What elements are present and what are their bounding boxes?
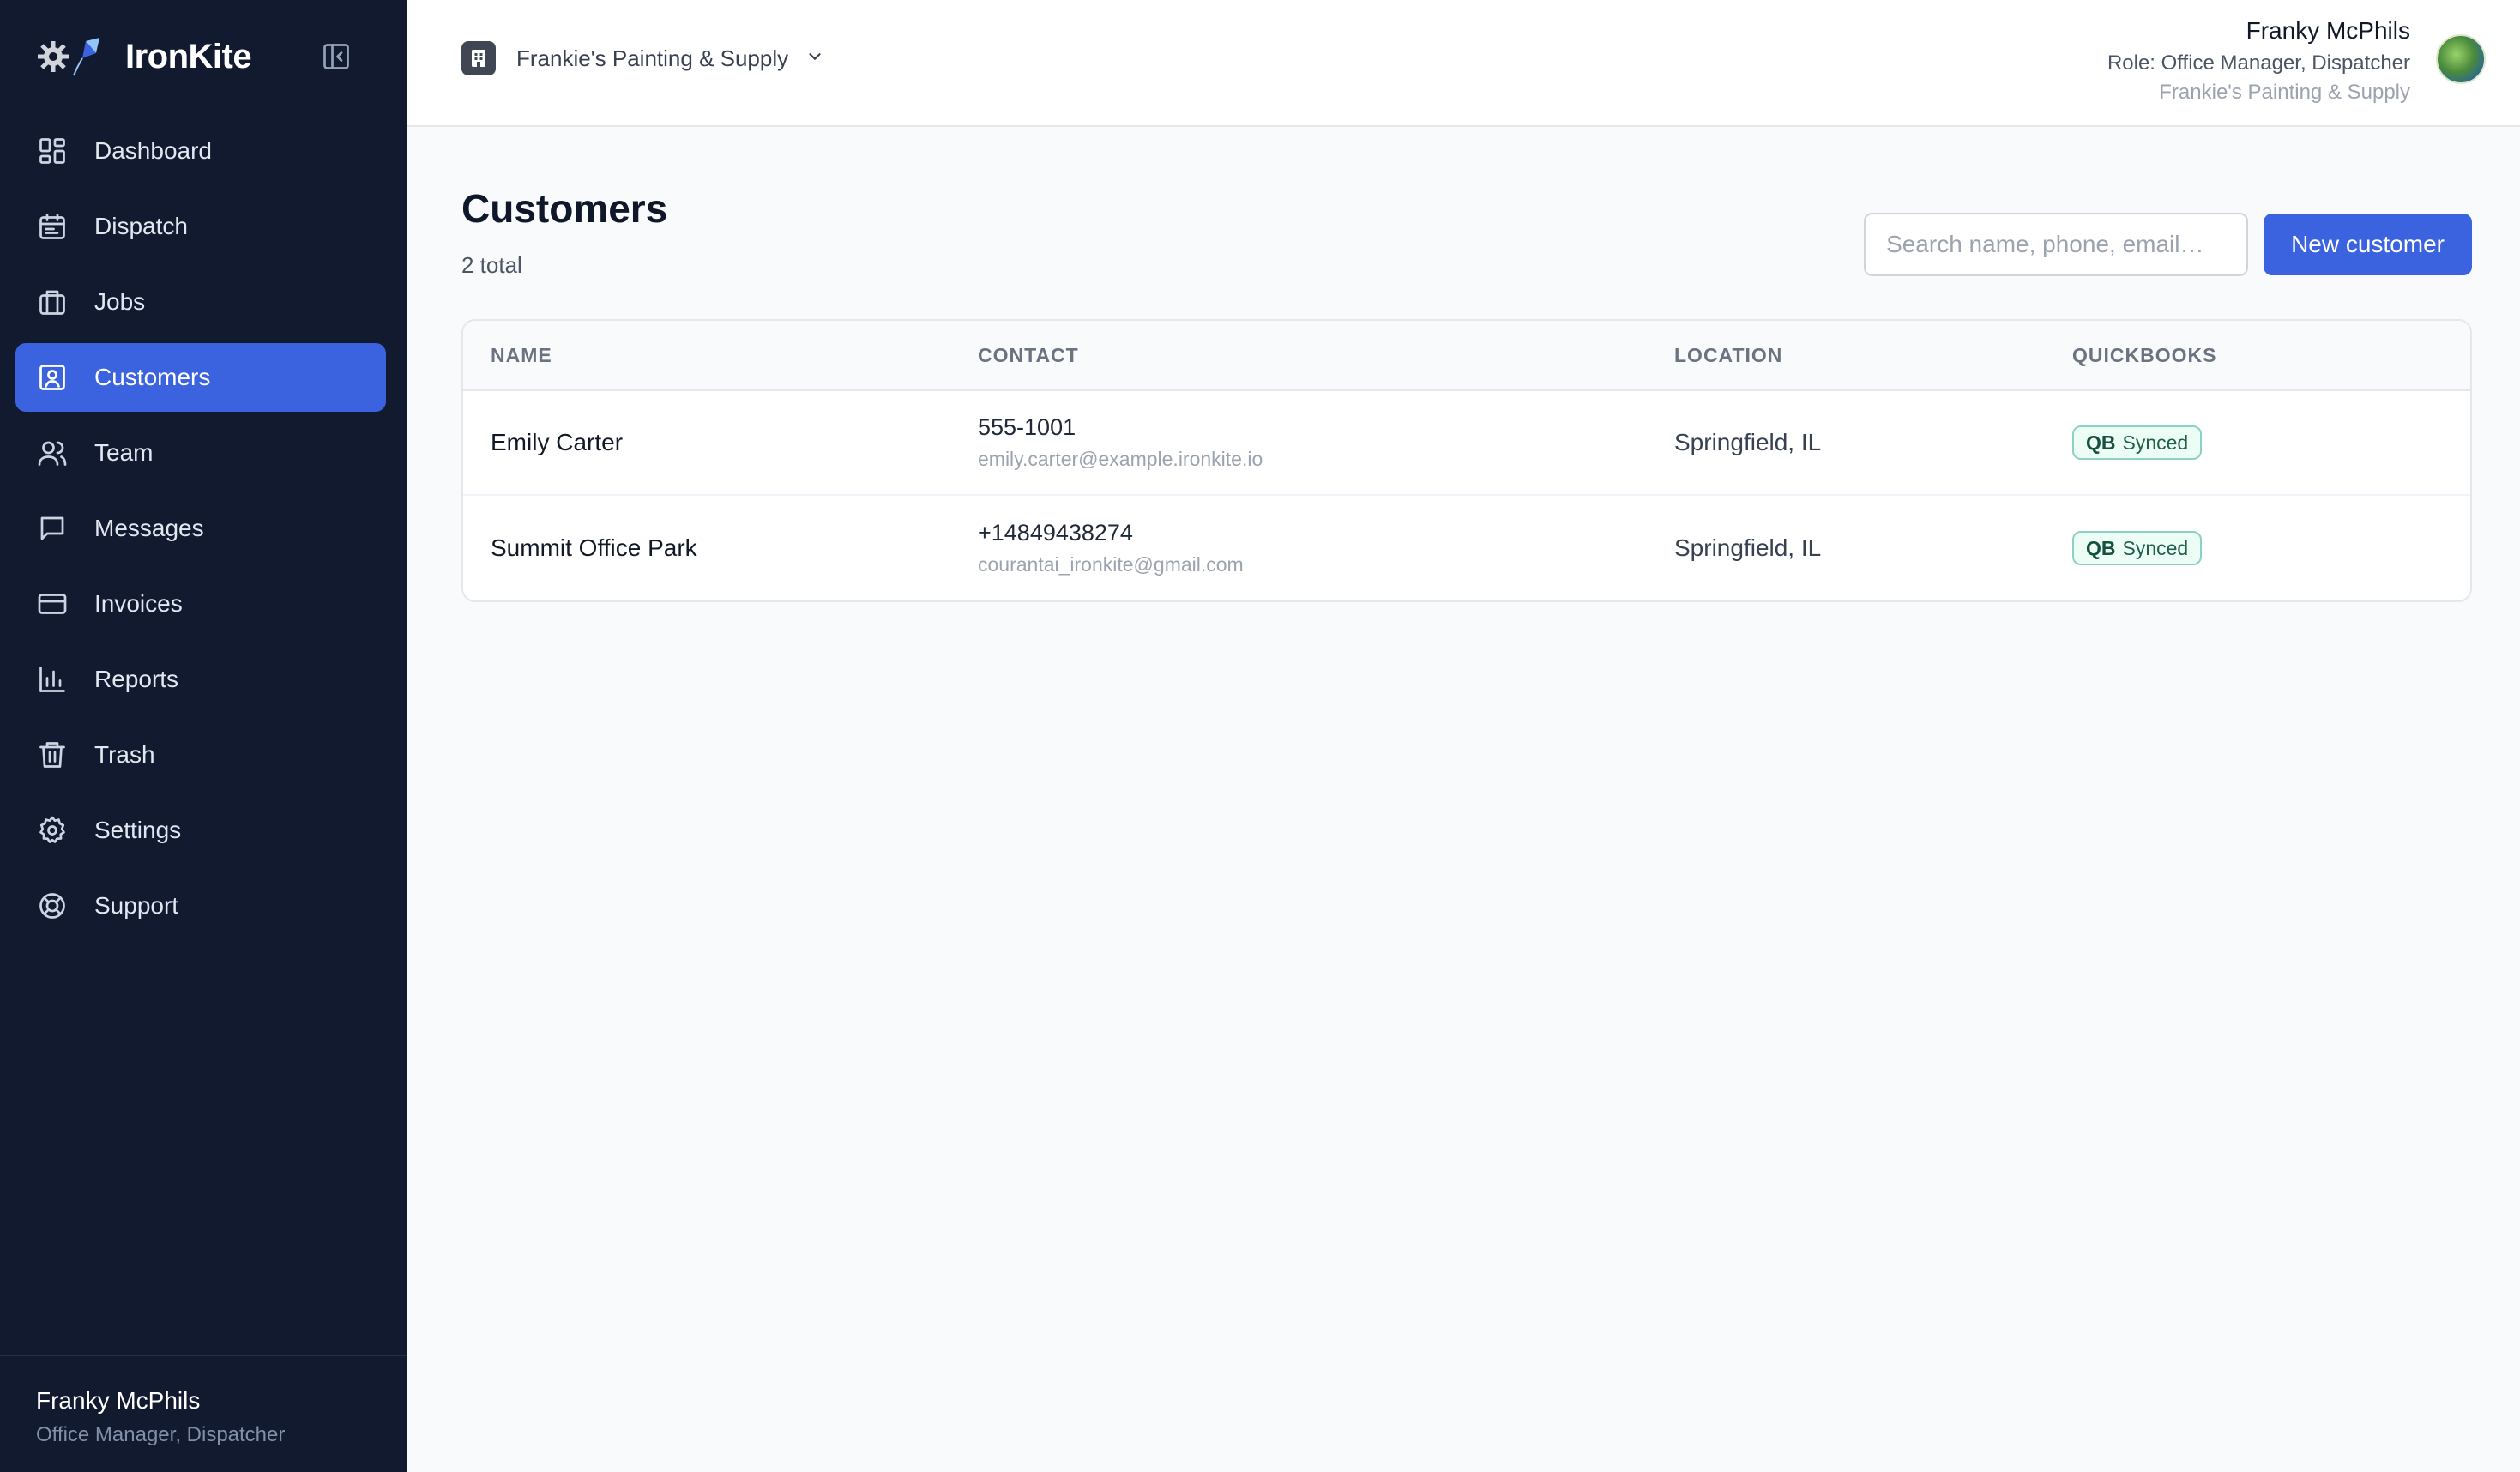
sidebar-item-label: Settings bbox=[94, 817, 182, 843]
brand[interactable]: IronKite bbox=[34, 33, 252, 81]
sidebar-item-jobs[interactable]: Jobs bbox=[15, 268, 386, 336]
sidebar-item-label: Reports bbox=[94, 666, 179, 692]
sidebar-item-support[interactable]: Support bbox=[15, 872, 386, 940]
customer-phone: 555-1001 bbox=[978, 414, 1076, 440]
gear-icon bbox=[36, 814, 69, 847]
page-header: Customers 2 total bbox=[461, 185, 667, 279]
org-name: Frankie's Painting & Supply bbox=[516, 45, 789, 71]
user-role: Role: Office Manager, Dispatcher bbox=[2107, 51, 2410, 75]
sidebar-user-footer[interactable]: Franky McPhils Office Manager, Dispatche… bbox=[0, 1355, 407, 1472]
dashboard-icon bbox=[36, 135, 69, 167]
qb-mark: QB bbox=[2086, 536, 2116, 559]
bar-chart-icon bbox=[36, 663, 69, 696]
brand-name: IronKite bbox=[125, 37, 252, 75]
sidebar-item-dashboard[interactable]: Dashboard bbox=[15, 117, 386, 185]
sidebar-item-label: Dashboard bbox=[94, 137, 212, 164]
trash-icon bbox=[36, 739, 69, 771]
user-name: Franky McPhils bbox=[2246, 17, 2410, 44]
table-header: NAME CONTACT LOCATION QUICKBOOKS bbox=[463, 321, 2470, 391]
customer-name[interactable]: Summit Office Park bbox=[491, 534, 697, 561]
qb-status: Synced bbox=[2122, 431, 2189, 454]
sidebar-item-label: Trash bbox=[94, 741, 155, 768]
topbar: Frankie's Painting & Supply Franky McPhi… bbox=[407, 0, 2520, 127]
sidebar-item-dispatch[interactable]: Dispatch bbox=[15, 192, 386, 261]
sidebar-item-invoices[interactable]: Invoices bbox=[15, 570, 386, 638]
sidebar: IronKite Dashboard Dispatch Jobs Custome… bbox=[0, 0, 407, 1472]
user-org: Frankie's Painting & Supply bbox=[2159, 81, 2410, 104]
sidebar-nav: Dashboard Dispatch Jobs Customers Team M… bbox=[15, 117, 386, 947]
column-header-name[interactable]: NAME bbox=[463, 344, 978, 367]
customer-name[interactable]: Emily Carter bbox=[491, 429, 623, 455]
sidebar-item-reports[interactable]: Reports bbox=[15, 645, 386, 714]
table-row[interactable]: Summit Office Park +14849438274 couranta… bbox=[463, 496, 2470, 600]
main-content: Frankie's Painting & Supply Franky McPhi… bbox=[407, 0, 2520, 1472]
customer-location: Springfield, IL bbox=[1674, 429, 1822, 455]
footer-user-role: Office Manager, Dispatcher bbox=[36, 1423, 286, 1446]
sidebar-item-label: Team bbox=[94, 439, 154, 466]
qb-mark: QB bbox=[2086, 431, 2116, 454]
sidebar-collapse-icon bbox=[323, 44, 349, 69]
search-input[interactable] bbox=[1864, 213, 2249, 276]
sidebar-item-settings[interactable]: Settings bbox=[15, 796, 386, 865]
contact-icon bbox=[36, 361, 69, 394]
quickbooks-status-badge: QB Synced bbox=[2072, 531, 2203, 565]
column-header-quickbooks[interactable]: QUICKBOOKS bbox=[2072, 344, 2470, 367]
quickbooks-status-badge: QB Synced bbox=[2072, 425, 2203, 460]
sidebar-item-messages[interactable]: Messages bbox=[15, 494, 386, 563]
ironkite-logo-icon bbox=[34, 33, 113, 81]
customer-email: courantai_ironkite@gmail.com bbox=[978, 553, 1244, 576]
customer-count: 2 total bbox=[461, 252, 522, 278]
customer-email: emily.carter@example.ironkite.io bbox=[978, 448, 1263, 470]
customer-location: Springfield, IL bbox=[1674, 534, 1822, 561]
sidebar-item-label: Dispatch bbox=[94, 213, 188, 239]
column-header-location[interactable]: LOCATION bbox=[1674, 344, 2072, 367]
footer-user-name: Franky McPhils bbox=[36, 1387, 201, 1414]
briefcase-icon bbox=[36, 286, 69, 318]
sidebar-item-label: Messages bbox=[94, 515, 204, 541]
sidebar-item-customers[interactable]: Customers bbox=[15, 343, 386, 412]
column-header-contact[interactable]: CONTACT bbox=[978, 344, 1674, 367]
page-actions: New customer bbox=[1864, 213, 2472, 276]
new-customer-button[interactable]: New customer bbox=[2264, 214, 2472, 275]
sidebar-item-label: Jobs bbox=[94, 288, 146, 315]
sidebar-item-label: Customers bbox=[94, 364, 211, 390]
org-switcher[interactable]: Frankie's Painting & Supply bbox=[461, 41, 824, 75]
app-root: IronKite Dashboard Dispatch Jobs Custome… bbox=[0, 0, 2520, 1472]
qb-status: Synced bbox=[2122, 536, 2189, 559]
sidebar-item-label: Invoices bbox=[94, 590, 183, 617]
calendar-icon bbox=[36, 210, 69, 243]
collapse-sidebar-button[interactable] bbox=[319, 39, 353, 74]
sidebar-item-label: Support bbox=[94, 892, 179, 919]
credit-card-icon bbox=[36, 588, 69, 620]
message-icon bbox=[36, 512, 69, 545]
sidebar-item-team[interactable]: Team bbox=[15, 419, 386, 487]
customer-phone: +14849438274 bbox=[978, 520, 1133, 546]
table-row[interactable]: Emily Carter 555-1001 emily.carter@examp… bbox=[463, 391, 2470, 496]
customers-table: NAME CONTACT LOCATION QUICKBOOKS Emily C… bbox=[461, 319, 2472, 602]
page-title: Customers bbox=[461, 186, 668, 231]
sidebar-item-trash[interactable]: Trash bbox=[15, 721, 386, 789]
avatar[interactable] bbox=[2436, 34, 2486, 84]
chevron-down-icon bbox=[805, 47, 824, 70]
users-icon bbox=[36, 437, 69, 469]
lifebuoy-icon bbox=[36, 890, 69, 922]
building-icon bbox=[461, 41, 496, 75]
user-info: Franky McPhils Role: Office Manager, Dis… bbox=[2107, 17, 2410, 105]
